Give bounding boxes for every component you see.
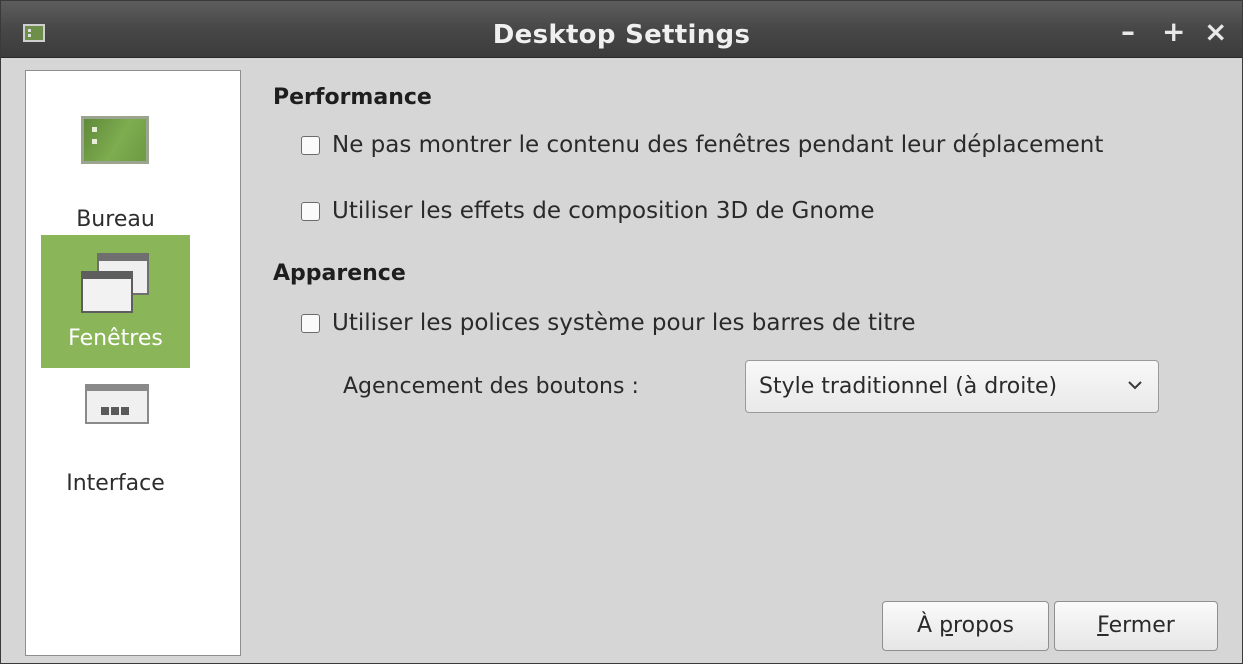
sidebar: Bureau Fenêtres Interface: [25, 70, 241, 656]
about-label-mnemonic: p: [939, 613, 954, 638]
desktop-icon: [81, 116, 149, 164]
close-label-rest: ermer: [1108, 613, 1175, 638]
checkbox[interactable]: [301, 314, 320, 333]
checkbox[interactable]: [301, 202, 320, 221]
title-bar[interactable]: Desktop Settings – + ×: [1, 1, 1242, 58]
sidebar-item-interface[interactable]: Interface: [41, 380, 190, 513]
sidebar-item-label: Fenêtres: [68, 326, 163, 351]
chevron-down-icon: [1128, 381, 1142, 390]
system-font-titlebar-option[interactable]: Utiliser les polices système pour les ba…: [301, 310, 916, 336]
about-label-prefix: À: [917, 613, 940, 638]
close-button[interactable]: Fermer: [1054, 601, 1218, 651]
option-label: Utiliser les polices système pour les ba…: [332, 310, 916, 336]
button-layout-label: Agencement des boutons :: [343, 374, 639, 399]
windows-icon-front: [81, 271, 133, 313]
checkbox[interactable]: [301, 136, 320, 155]
option-label: Ne pas montrer le contenu des fenêtres p…: [332, 132, 1104, 158]
sidebar-item-label: Interface: [66, 471, 165, 496]
minimize-button[interactable]: –: [1121, 17, 1135, 47]
sidebar-item-label: Bureau: [76, 207, 155, 232]
hide-window-content-option[interactable]: Ne pas montrer le contenu des fenêtres p…: [301, 132, 1103, 158]
close-window-button[interactable]: ×: [1204, 17, 1227, 47]
sidebar-item-bureau[interactable]: Bureau: [41, 116, 190, 249]
desktop-settings-window: Desktop Settings – + × Bureau Fenêtres I…: [0, 0, 1243, 664]
option-label: Utiliser les effets de composition 3D de…: [332, 198, 875, 224]
close-label-mnemonic: F: [1097, 613, 1109, 638]
about-label-rest: ropos: [953, 613, 1014, 638]
performance-heading: Performance: [273, 85, 432, 110]
gnome-3d-compositing-option[interactable]: Utiliser les effets de composition 3D de…: [301, 198, 875, 224]
window-title: Desktop Settings: [492, 20, 751, 50]
button-layout-value: Style traditionnel (à droite): [759, 374, 1058, 399]
sidebar-item-fenetres[interactable]: Fenêtres: [41, 235, 190, 368]
maximize-button[interactable]: +: [1162, 17, 1185, 47]
about-button[interactable]: À propos: [882, 601, 1049, 651]
button-layout-select[interactable]: Style traditionnel (à droite): [745, 360, 1159, 413]
interface-icon: [85, 384, 149, 424]
appearance-heading: Apparence: [273, 261, 406, 286]
